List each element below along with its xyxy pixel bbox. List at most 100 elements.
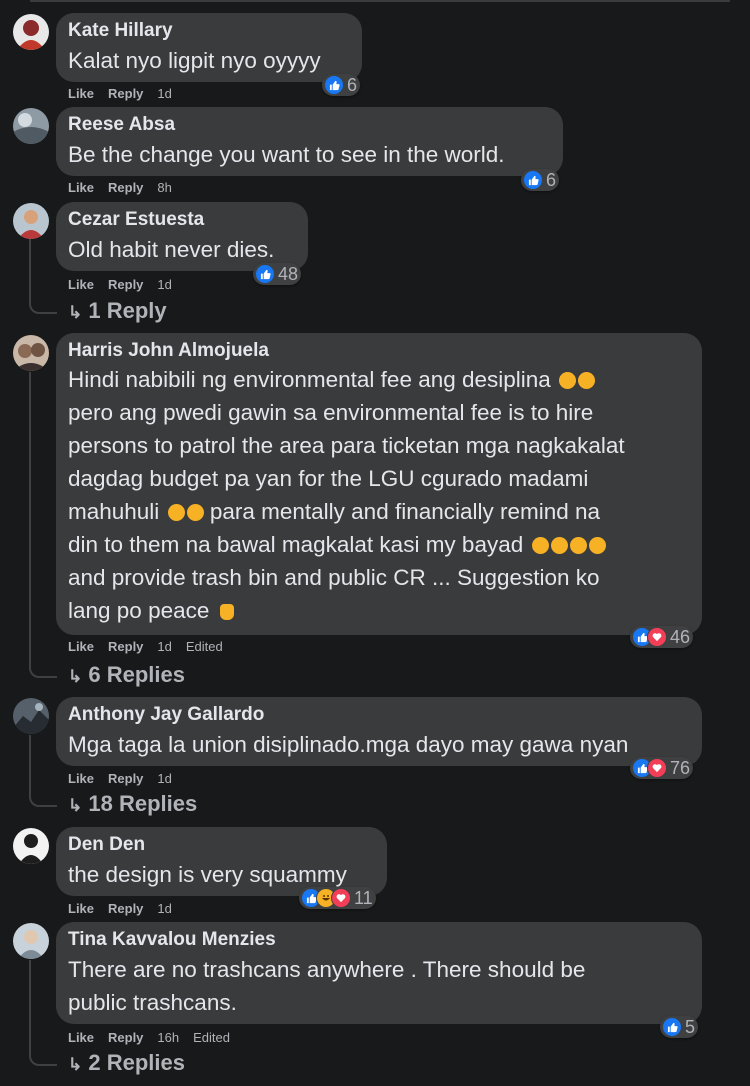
thread-line [29, 238, 31, 302]
timestamp[interactable]: 16h [157, 1030, 179, 1045]
view-replies-link[interactable]: ↳ 1 Reply [68, 298, 167, 324]
reply-arrow-icon: ↳ [68, 796, 83, 815]
grimace-emoji-icon [531, 537, 549, 554]
reaction-summary[interactable]: 6 [322, 74, 361, 96]
love-reaction-icon [647, 758, 667, 778]
like-button[interactable]: Like [68, 180, 94, 195]
reaction-count: 6 [546, 169, 557, 190]
text-line: Hindi nabibili ng environmental fee ang … [68, 367, 551, 392]
reaction-summary[interactable]: 5 [660, 1016, 699, 1038]
reaction-summary[interactable]: 46 [630, 626, 694, 648]
comment-text: Kalat nyo ligpit nyo oyyyy [68, 48, 321, 73]
reaction-count: 11 [354, 887, 373, 908]
comment-actions: Like Reply 1d Edited [68, 639, 237, 654]
text-line: public trashcans. [68, 990, 237, 1015]
top-divider [30, 0, 730, 2]
grimace-emoji-icon [588, 537, 606, 554]
reply-arrow-icon: ↳ [68, 1055, 83, 1074]
reply-button[interactable]: Reply [108, 1030, 143, 1045]
timestamp[interactable]: 1d [157, 277, 171, 292]
avatar[interactable] [13, 923, 49, 959]
love-reaction-icon [647, 627, 667, 647]
reaction-summary[interactable]: 6 [521, 169, 560, 191]
thread-hook [29, 662, 57, 678]
timestamp[interactable]: 8h [157, 180, 171, 195]
timestamp[interactable]: 1d [157, 771, 171, 786]
comment-bubble: Reese Absa Be the change you want to see… [56, 107, 563, 176]
author-name[interactable]: Reese Absa [68, 114, 551, 136]
comment-bubble: Kate Hillary Kalat nyo ligpit nyo oyyyy [56, 13, 362, 82]
reply-button[interactable]: Reply [108, 180, 143, 195]
edited-label[interactable]: Edited [186, 639, 223, 654]
avatar[interactable] [13, 698, 49, 734]
comment-actions: Like Reply 1d [68, 277, 186, 292]
text-line: lang po peace [68, 598, 210, 623]
view-replies-link[interactable]: ↳ 18 Replies [68, 791, 197, 817]
reaction-count: 46 [670, 626, 691, 647]
edited-label[interactable]: Edited [193, 1030, 230, 1045]
author-name[interactable]: Kate Hillary [68, 20, 350, 42]
comment-bubble: Harris John Almojuela Hindi nabibili ng … [56, 333, 702, 635]
reaction-summary[interactable]: 11 [299, 887, 376, 909]
avatar[interactable] [13, 828, 49, 864]
comment-text: Mga taga la union disiplinado.mga dayo m… [68, 732, 629, 757]
like-reaction-icon [324, 75, 344, 95]
reply-arrow-icon: ↳ [68, 667, 83, 686]
text-line: para mentally and financially remind na [209, 499, 601, 524]
like-reaction-icon [255, 264, 275, 284]
reply-button[interactable]: Reply [108, 901, 143, 916]
like-button[interactable]: Like [68, 277, 94, 292]
thread-line [29, 960, 31, 1052]
grimace-emoji-icon [550, 537, 568, 554]
thread-hook [29, 791, 57, 807]
comment-actions: Like Reply 1d [68, 86, 186, 101]
reaction-summary[interactable]: 76 [630, 757, 694, 779]
view-replies-link[interactable]: ↳ 2 Replies [68, 1050, 185, 1076]
reaction-count: 48 [278, 263, 299, 284]
text-line: pero ang pwedi gawin sa environmental fe… [68, 400, 594, 425]
comment-actions: Like Reply 8h [68, 180, 186, 195]
comment-bubble: Anthony Jay Gallardo Mga taga la union d… [56, 697, 702, 766]
thread-line [29, 372, 31, 664]
grimace-emoji-icon [559, 372, 577, 389]
reaction-summary[interactable]: 48 [253, 263, 302, 285]
thread-hook [29, 298, 57, 314]
replies-count: 1 Reply [88, 298, 167, 323]
timestamp[interactable]: 1d [157, 639, 171, 654]
comment-text: Be the change you want to see in the wor… [68, 142, 505, 167]
author-name[interactable]: Cezar Estuesta [68, 209, 296, 231]
like-button[interactable]: Like [68, 639, 94, 654]
view-replies-link[interactable]: ↳ 6 Replies [68, 662, 185, 688]
reaction-count: 6 [347, 74, 358, 95]
author-name[interactable]: Harris John Almojuela [68, 340, 690, 362]
timestamp[interactable]: 1d [157, 86, 171, 101]
comment-bubble: Cezar Estuesta Old habit never dies. [56, 202, 308, 271]
comment-actions: Like Reply 16h Edited [68, 1030, 244, 1045]
like-button[interactable]: Like [68, 86, 94, 101]
grimace-emoji-icon [578, 372, 596, 389]
reply-button[interactable]: Reply [108, 277, 143, 292]
reply-button[interactable]: Reply [108, 771, 143, 786]
replies-count: 18 Replies [88, 791, 198, 816]
comment-bubble: Tina Kavvalou Menzies There are no trash… [56, 922, 702, 1024]
author-name[interactable]: Den Den [68, 834, 375, 856]
reply-arrow-icon: ↳ [68, 303, 83, 322]
replies-count: 2 Replies [88, 1050, 185, 1075]
avatar[interactable] [13, 335, 49, 371]
like-button[interactable]: Like [68, 771, 94, 786]
timestamp[interactable]: 1d [157, 901, 171, 916]
love-reaction-icon [331, 888, 351, 908]
replies-count: 6 Replies [88, 662, 185, 687]
author-name[interactable]: Tina Kavvalou Menzies [68, 929, 690, 951]
avatar[interactable] [13, 14, 49, 50]
reply-button[interactable]: Reply [108, 639, 143, 654]
avatar[interactable] [13, 203, 49, 239]
text-line: and provide trash bin and public CR ... … [68, 565, 600, 590]
like-button[interactable]: Like [68, 901, 94, 916]
avatar[interactable] [13, 108, 49, 144]
comment-text: Hindi nabibili ng environmental fee ang … [68, 363, 690, 627]
like-button[interactable]: Like [68, 1030, 94, 1045]
text-line: din to them na bawal magkalat kasi my ba… [68, 532, 524, 557]
reply-button[interactable]: Reply [108, 86, 143, 101]
author-name[interactable]: Anthony Jay Gallardo [68, 704, 690, 726]
